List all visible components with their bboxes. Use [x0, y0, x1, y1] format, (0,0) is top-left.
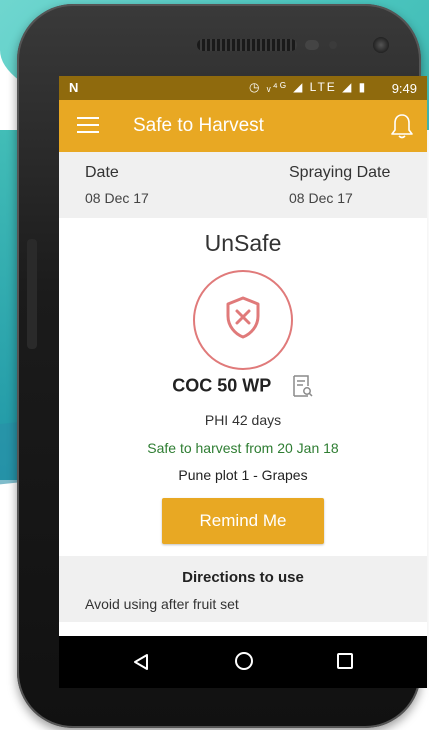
document-search-icon[interactable]: [290, 374, 314, 398]
phone-speaker: [197, 39, 297, 51]
remind-me-button[interactable]: Remind Me: [162, 498, 324, 544]
app-bar: Safe to Harvest: [59, 100, 427, 152]
date-label: Date: [85, 164, 119, 181]
phone-sensor-dot: [329, 41, 337, 49]
phi-text: PHI 42 days: [204, 412, 282, 428]
product-name: COC 50 WP: [172, 375, 272, 396]
bell-icon[interactable]: [389, 112, 415, 140]
shield-x-icon: [226, 296, 260, 339]
product-row: COC 50 WP: [59, 374, 427, 398]
directions-text: Avoid using after fruit set: [85, 596, 239, 612]
phone-frame: N ◷ ᵥ⁴ᴳ ◢ LTE ◢ ▮ 9:49 Safe to Harvest D…: [17, 4, 427, 728]
status-circle: [193, 270, 293, 370]
status-time: 9:49: [391, 81, 417, 96]
page-title: Safe to Harvest: [133, 115, 264, 136]
back-icon[interactable]: [133, 653, 149, 671]
notification-n-icon: N: [69, 80, 79, 95]
android-status-bar: N ◷ ᵥ⁴ᴳ ◢ LTE ◢ ▮ 9:49: [59, 76, 427, 100]
dates-panel: Date 08 Dec 17 Spraying Date 08 Dec 17: [59, 152, 427, 218]
recent-apps-icon[interactable]: [337, 653, 353, 669]
date-value: 08 Dec 17: [85, 190, 149, 206]
plot-name: Pune plot 1 - Grapes: [178, 467, 308, 483]
phone-sensor: [305, 40, 319, 50]
safe-harvest-date: Safe to harvest from 20 Jan 18: [147, 440, 339, 456]
spraying-date-label: Spraying Date: [289, 164, 391, 181]
android-nav-bar: [59, 636, 427, 688]
app-screen: N ◷ ᵥ⁴ᴳ ◢ LTE ◢ ▮ 9:49 Safe to Harvest D…: [59, 76, 427, 688]
phone-side-button: [27, 239, 37, 349]
status-icons: ◷ ᵥ⁴ᴳ ◢ LTE ◢ ▮: [249, 80, 368, 94]
front-camera: [373, 37, 389, 53]
hamburger-menu-icon[interactable]: [77, 117, 99, 135]
directions-title: Directions to use: [182, 569, 304, 586]
safety-status: UnSafe: [204, 230, 282, 256]
spraying-date-value: 08 Dec 17: [289, 190, 353, 206]
directions-panel: Directions to use Avoid using after frui…: [59, 556, 427, 622]
home-icon[interactable]: [235, 652, 253, 670]
